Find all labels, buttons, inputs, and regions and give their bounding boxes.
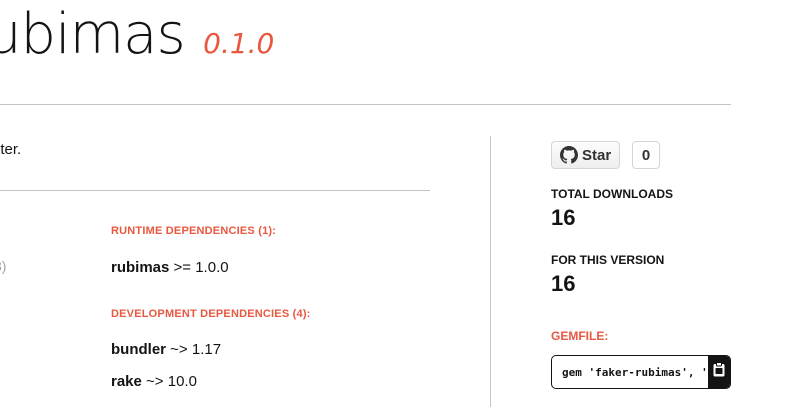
- gem-version: 0.1.0: [203, 27, 275, 60]
- dependency-requirement: >= 1.0.0: [169, 259, 229, 276]
- star-count[interactable]: 0: [632, 141, 660, 169]
- gem-description: master.: [0, 141, 22, 158]
- clipboard-icon: [713, 362, 725, 382]
- total-downloads-value: 16: [551, 205, 576, 230]
- copy-gemfile-button[interactable]: [708, 356, 730, 388]
- gemfile-snippet: [551, 355, 731, 389]
- gem-page: rubimas 0.1.0 master. 3) RUNTIME DEPENDE…: [0, 0, 790, 407]
- total-downloads-label: TOTAL DOWNLOADS: [551, 187, 673, 201]
- version-downloads-value: 16: [551, 271, 576, 296]
- versions-count: 3): [0, 258, 7, 274]
- header-divider: [0, 104, 731, 105]
- gem-title: rubimas 0.1.0: [0, 2, 274, 67]
- runtime-dependencies-heading: RUNTIME DEPENDENCIES (1):: [111, 225, 277, 237]
- gemfile-label: GEMFILE:: [551, 329, 609, 343]
- development-dependency-item[interactable]: rake ~> 10.0: [111, 373, 197, 390]
- star-label: Star: [582, 146, 612, 164]
- gem-name: rubimas: [0, 2, 186, 67]
- description-divider: [0, 190, 430, 191]
- dependency-requirement: ~> 1.17: [166, 341, 222, 358]
- dependency-requirement: ~> 10.0: [141, 373, 197, 390]
- runtime-dependency-item[interactable]: rubimas >= 1.0.0: [111, 259, 229, 276]
- github-star-button[interactable]: Star: [551, 141, 621, 169]
- dependency-name[interactable]: rake: [111, 373, 142, 390]
- gemfile-input[interactable]: [552, 356, 708, 388]
- development-dependencies-heading: DEVELOPMENT DEPENDENCIES (4):: [111, 308, 311, 320]
- sidebar-divider: [490, 136, 491, 407]
- github-icon: [560, 146, 578, 164]
- dependency-name[interactable]: bundler: [111, 341, 166, 358]
- development-dependency-item[interactable]: bundler ~> 1.17: [111, 341, 221, 358]
- version-downloads-label: FOR THIS VERSION: [551, 253, 665, 267]
- dependency-name[interactable]: rubimas: [111, 259, 169, 276]
